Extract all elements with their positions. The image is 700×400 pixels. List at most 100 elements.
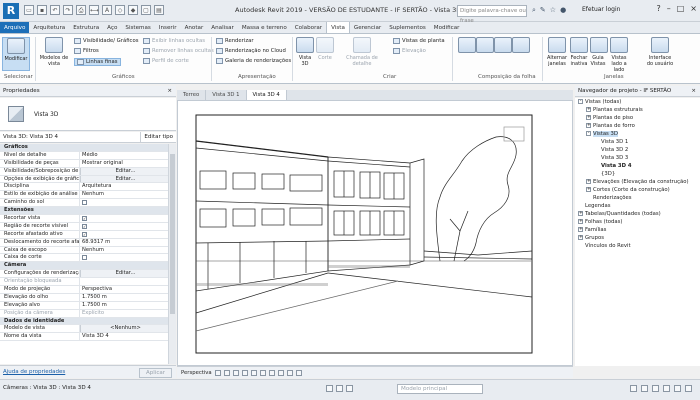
- property-row[interactable]: Recortar vista ✓: [0, 215, 168, 223]
- property-checkbox[interactable]: [82, 255, 87, 261]
- filters-button[interactable]: Filtros: [74, 48, 99, 54]
- collapse-icon[interactable]: -: [578, 99, 583, 104]
- show-hidden-lines-button[interactable]: Exibir linhas ocultas: [143, 38, 205, 44]
- edit-type-button[interactable]: Editar tipo: [140, 132, 173, 143]
- property-value[interactable]: Nenhum: [80, 191, 168, 198]
- ribbon-tab[interactable]: Aço: [103, 22, 121, 33]
- view-templates-button[interactable]: Modelos de vista: [38, 37, 70, 67]
- text-icon[interactable]: A: [102, 5, 112, 15]
- property-edit-button[interactable]: <Nenhum>: [80, 325, 168, 333]
- property-value[interactable]: [80, 199, 168, 206]
- save-icon[interactable]: ▪: [37, 5, 47, 15]
- detail-level-icon[interactable]: [214, 369, 221, 376]
- switch-window-icon[interactable]: ▤: [154, 5, 164, 15]
- property-row[interactable]: Estilo de exibição de análise p... Nenhum: [0, 191, 168, 200]
- render-dialog-icon[interactable]: [250, 369, 257, 376]
- undo-icon[interactable]: ↶: [50, 5, 60, 15]
- property-value[interactable]: Nenhum: [80, 247, 168, 254]
- ribbon-tab[interactable]: Inserir: [155, 22, 181, 33]
- cut-profile-button[interactable]: Perfil de corte: [143, 58, 189, 64]
- expand-icon[interactable]: +: [578, 227, 583, 232]
- select-underlay-icon[interactable]: [641, 385, 648, 392]
- property-checkbox[interactable]: ✓: [82, 223, 87, 229]
- 3d-view-icon[interactable]: ◇: [115, 5, 125, 15]
- search-input[interactable]: Digite palavra-chave ou frase: [457, 5, 527, 24]
- section-icon[interactable]: ◆: [128, 5, 138, 15]
- property-group-header[interactable]: Extensões: [0, 207, 168, 216]
- visibility-graphics-button[interactable]: Visibilidade/ Gráficos: [74, 38, 138, 44]
- property-row[interactable]: Orientação bloqueada: [0, 278, 168, 287]
- remove-hidden-lines-button[interactable]: Remover linhas ocultas: [143, 48, 214, 54]
- ribbon-tab[interactable]: Gerenciar: [350, 22, 385, 33]
- render-button[interactable]: Renderizar: [216, 38, 254, 44]
- properties-scrollbar[interactable]: [168, 144, 176, 364]
- browser-node[interactable]: + Famílias: [575, 226, 700, 234]
- property-value[interactable]: [80, 278, 168, 285]
- sun-path-icon[interactable]: [232, 369, 239, 376]
- ribbon-tab[interactable]: Colaborar: [291, 22, 326, 33]
- property-row[interactable]: Região de recorte visível ✓: [0, 222, 168, 231]
- property-row[interactable]: Opções de exibição de gráficos Editar...: [0, 175, 168, 184]
- elevation-button[interactable]: Elevação: [393, 48, 426, 54]
- property-row[interactable]: Recorte afastado ativo ✓: [0, 230, 168, 239]
- ribbon-tab[interactable]: Arquivo: [0, 22, 30, 33]
- help-icon[interactable]: ?: [656, 4, 660, 13]
- property-value[interactable]: [80, 254, 168, 261]
- expand-icon[interactable]: +: [586, 187, 591, 192]
- property-row[interactable]: Visibilidade de peças Mostrar original: [0, 159, 168, 168]
- property-row[interactable]: Elevação do olho 1.7500 m: [0, 293, 168, 302]
- ribbon-tab[interactable]: Suplementos: [385, 22, 430, 33]
- ribbon-tab[interactable]: Anotar: [181, 22, 208, 33]
- view-tab[interactable]: Terreo: [177, 90, 207, 100]
- property-row[interactable]: Configurações de renderização Editar...: [0, 270, 168, 279]
- close-hidden-icon[interactable]: ▢: [141, 5, 151, 15]
- browser-node[interactable]: + Grupos: [575, 234, 700, 242]
- properties-help-link[interactable]: Ajuda de propriedades: [3, 369, 65, 375]
- property-value[interactable]: Arquitetura: [80, 183, 168, 190]
- reveal-hidden-icon[interactable]: [295, 369, 302, 376]
- property-row[interactable]: Posição da câmera Explícito: [0, 309, 168, 318]
- open-icon[interactable]: ▭: [24, 5, 34, 15]
- close-icon[interactable]: ×: [690, 4, 697, 13]
- property-value[interactable]: ✓: [80, 223, 168, 230]
- filter-icon[interactable]: [685, 385, 692, 392]
- print-icon[interactable]: ⎙: [76, 5, 86, 15]
- projection-mode[interactable]: Perspectiva: [181, 367, 212, 379]
- minimize-icon[interactable]: –: [667, 4, 671, 13]
- visual-style-icon[interactable]: [223, 369, 230, 376]
- property-row[interactable]: Nome da vista Vista 3D 4: [0, 333, 168, 342]
- property-row[interactable]: Modelo de vista <Nenhum>: [0, 325, 168, 334]
- plan-views-button[interactable]: Vistas de planta: [393, 38, 445, 44]
- browser-node[interactable]: + Plantas estruturais: [575, 106, 700, 114]
- close-icon[interactable]: ×: [167, 86, 172, 97]
- property-edit-button[interactable]: Editar...: [80, 167, 168, 175]
- view-tab[interactable]: Vista 3D 1: [206, 90, 247, 100]
- crop-region-icon[interactable]: [268, 369, 275, 376]
- sheet-button[interactable]: [458, 37, 476, 55]
- 3d-viewport[interactable]: [177, 100, 573, 366]
- browser-node[interactable]: {3D}: [575, 170, 700, 178]
- render-cloud-button[interactable]: Renderização no Cloud: [216, 48, 286, 54]
- ribbon-tab[interactable]: Arquitetura: [29, 22, 69, 33]
- crop-view-icon[interactable]: [259, 369, 266, 376]
- ribbon-tab[interactable]: Analisar: [207, 22, 238, 33]
- subscription-icon[interactable]: ✎: [540, 6, 546, 15]
- property-value[interactable]: 1.7500 m: [80, 294, 168, 301]
- maximize-icon[interactable]: □: [677, 4, 685, 13]
- property-row[interactable]: Disciplina Arquitetura: [0, 183, 168, 192]
- 3d-view-button[interactable]: Vista 3D: [295, 37, 315, 67]
- property-row[interactable]: Elevação alvo 1.7500 m: [0, 301, 168, 310]
- scale-icon[interactable]: [336, 385, 343, 392]
- modify-button[interactable]: Modificar: [2, 37, 30, 71]
- expand-icon[interactable]: +: [586, 115, 591, 120]
- callout-button[interactable]: Chamada de detalhe: [336, 37, 388, 67]
- property-value[interactable]: ✓: [80, 215, 168, 222]
- redo-icon[interactable]: ↷: [63, 5, 73, 15]
- browser-node[interactable]: Renderizações: [575, 194, 700, 202]
- property-row[interactable]: Modo de projeção Perspectiva: [0, 286, 168, 294]
- property-row[interactable]: Nível de detalhe Médio: [0, 151, 168, 160]
- ribbon-tab[interactable]: Modificar: [430, 22, 464, 33]
- browser-node[interactable]: + Elevações (Elevação da construção): [575, 178, 700, 186]
- property-row[interactable]: Visibilidade/Sobreposição de ... Editar..…: [0, 167, 168, 176]
- ribbon-tab[interactable]: Vista: [326, 22, 350, 33]
